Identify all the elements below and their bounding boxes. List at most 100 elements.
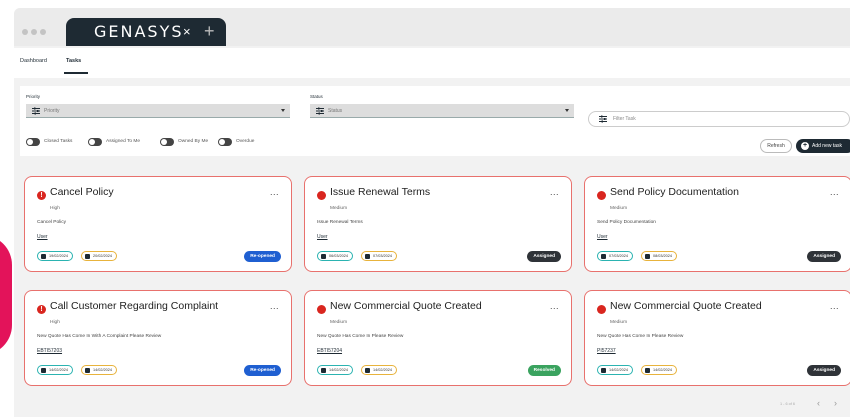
window-dot-icon (31, 29, 37, 35)
priority-select-value: Priority (44, 108, 60, 114)
status-badge: Re-opened (244, 251, 281, 262)
task-card[interactable]: New Commercial Quote Created... Medium New… (304, 290, 572, 386)
task-priority: Medium (610, 206, 628, 211)
task-card[interactable]: ! Cancel Policy... High Cancel Policy User 19… (24, 176, 292, 272)
due-date-chip: 08/03/2024 (641, 251, 678, 261)
task-priority: High (50, 320, 60, 325)
status-badge: Re-opened (244, 365, 281, 376)
task-description: Send Policy Documentation (597, 220, 656, 225)
task-description: New Quote Has Come In With A Complaint P… (37, 334, 162, 339)
task-card[interactable]: Issue Renewal Terms... Medium Issue Renewa… (304, 176, 572, 272)
tab-tasks[interactable]: Tasks (66, 58, 81, 64)
window-dot-icon (40, 29, 46, 35)
task-link[interactable]: User (597, 234, 608, 240)
task-description: Issue Renewal Terms (317, 220, 363, 225)
toggle-switch-icon (26, 138, 40, 146)
start-date-chip: 19/02/2024 (37, 251, 74, 261)
due-date: 14/02/2024 (373, 368, 393, 372)
task-description: Cancel Policy (37, 220, 67, 225)
start-date-chip: 14/02/2024 (597, 365, 634, 375)
add-new-task-label: Add new task (812, 143, 843, 149)
status-badge: Assigned (807, 251, 841, 262)
plus-icon: + (801, 142, 809, 150)
task-link[interactable]: EBTI57203 (37, 348, 62, 354)
task-card[interactable]: Send Policy Documentation... Medium Send P… (584, 176, 850, 272)
refresh-button[interactable]: Refresh (760, 139, 792, 153)
task-link[interactable]: User (37, 234, 48, 240)
more-options-icon[interactable]: ... (830, 187, 839, 197)
due-date: 14/02/2024 (653, 368, 673, 372)
task-title[interactable]: Send Policy Documentation (610, 186, 739, 198)
toggle-switch-icon (218, 138, 232, 146)
priority-high-icon: ! (37, 191, 46, 200)
chevron-left-icon[interactable]: ‹ (817, 398, 820, 408)
calendar-icon (321, 368, 326, 373)
sliders-icon (32, 107, 40, 115)
due-date: 20/02/2024 (93, 254, 113, 258)
due-date-chip: 20/02/2024 (81, 251, 118, 261)
chevron-down-icon (281, 109, 285, 112)
task-title[interactable]: Cancel Policy (50, 186, 114, 198)
priority-label: Priority (26, 94, 41, 99)
task-link[interactable]: PI57237 (597, 348, 616, 354)
close-tab-icon[interactable]: × (183, 24, 191, 39)
task-priority: Medium (610, 320, 628, 325)
toggle-label: Overdue (236, 139, 255, 144)
due-date: 14/02/2024 (93, 368, 113, 372)
calendar-icon (41, 254, 46, 259)
status-badge: Resolved (527, 365, 561, 376)
chevron-right-icon[interactable]: › (834, 398, 837, 408)
window-dot-icon (22, 29, 28, 35)
new-tab-icon[interactable]: + (204, 22, 215, 40)
task-link[interactable]: EBTI57204 (317, 348, 342, 354)
filter-task-input[interactable]: Filter Task (588, 111, 850, 127)
more-options-icon[interactable]: ... (550, 301, 559, 311)
start-date-chip: 14/02/2024 (37, 365, 74, 375)
tab-dashboard[interactable]: Dashboard (20, 58, 47, 64)
more-options-icon[interactable]: ... (830, 301, 839, 311)
priority-medium-icon (317, 305, 326, 314)
task-title[interactable]: Call Customer Regarding Complaint (50, 300, 218, 312)
calendar-icon (601, 368, 606, 373)
active-tab-indicator (64, 72, 88, 74)
status-badge: Assigned (527, 251, 561, 262)
filter-panel: Priority Priority Status Status Filter T… (20, 86, 850, 156)
status-select[interactable]: Status (310, 104, 574, 118)
task-title[interactable]: New Commercial Quote Created (330, 300, 482, 312)
task-title[interactable]: New Commercial Quote Created (610, 300, 762, 312)
toggle-switch-icon (88, 138, 102, 146)
task-link[interactable]: User (317, 234, 328, 240)
due-date: 08/03/2024 (653, 254, 673, 258)
calendar-icon (365, 368, 370, 373)
start-date: 14/02/2024 (609, 368, 629, 372)
task-title[interactable]: Issue Renewal Terms (330, 186, 430, 198)
priority-select[interactable]: Priority (26, 104, 290, 118)
chevron-down-icon (565, 109, 569, 112)
pagination-range: 1 - 6 of 6 (780, 402, 795, 406)
calendar-icon (645, 254, 650, 259)
calendar-icon (601, 254, 606, 259)
browser-tab[interactable]: GENASYS × (66, 18, 226, 46)
priority-medium-icon (317, 191, 326, 200)
status-select-value: Status (328, 108, 343, 114)
decorative-pink-shape (0, 235, 12, 355)
calendar-icon (645, 368, 650, 373)
calendar-icon (85, 254, 90, 259)
more-options-icon[interactable]: ... (550, 187, 559, 197)
due-date-chip: 14/02/2024 (361, 365, 398, 375)
calendar-icon (85, 368, 90, 373)
sliders-icon (599, 115, 607, 123)
more-options-icon[interactable]: ... (270, 187, 279, 197)
nav-tabs: Dashboard Tasks (14, 48, 850, 78)
due-date: 07/03/2024 (373, 254, 393, 258)
task-card[interactable]: ! Call Customer Regarding Complaint... Hig… (24, 290, 292, 386)
more-options-icon[interactable]: ... (270, 301, 279, 311)
filter-task-placeholder: Filter Task (613, 116, 636, 122)
toggle-switch-icon (160, 138, 174, 146)
priority-high-icon: ! (37, 305, 46, 314)
browser-titlebar: GENASYS × + (14, 8, 850, 46)
due-date-chip: 14/02/2024 (641, 365, 678, 375)
task-priority: Medium (330, 206, 348, 211)
add-new-task-button[interactable]: + Add new task (796, 139, 850, 153)
task-card[interactable]: New Commercial Quote Created... Medium New… (584, 290, 850, 386)
